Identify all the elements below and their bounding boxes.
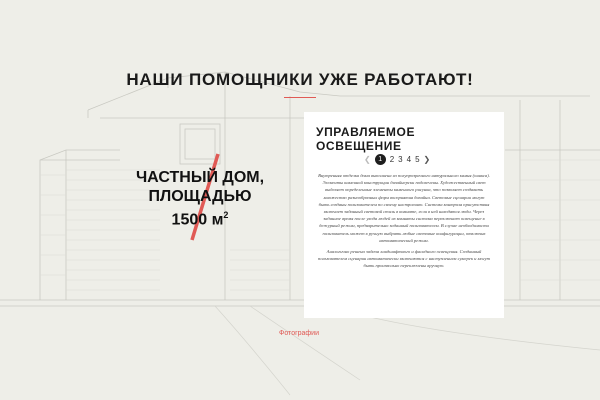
caption-area: 1500 м2 <box>120 206 280 229</box>
panel-title: УПРАВЛЯЕМОЕ ОСВЕЩЕНИЕ <box>316 125 416 153</box>
caption-area-unit-sup: 2 <box>223 210 229 220</box>
description-paragraph-1: Внутренняя отделка дома выполнена из пол… <box>318 173 490 243</box>
house-caption: ЧАСТНЫЙ ДОМ, ПЛОЩАДЬЮ 1500 м2 <box>120 168 280 229</box>
caption-area-value: 1500 м <box>171 211 224 229</box>
info-panel: УПРАВЛЯЕМОЕ ОСВЕЩЕНИЕ ❮ 1 2 3 4 5 ❯ Внут… <box>304 112 504 318</box>
page-2[interactable]: 2 <box>390 155 394 164</box>
page-5[interactable]: 5 <box>415 155 419 164</box>
chevron-left-icon[interactable]: ❮ <box>364 155 371 164</box>
title-underline <box>284 97 316 98</box>
page-3[interactable]: 3 <box>398 155 402 164</box>
caption-line-2: ПЛОЩАДЬЮ <box>148 188 252 205</box>
chevron-right-icon[interactable]: ❯ <box>424 155 431 164</box>
pager: ❮ 1 2 3 4 5 ❯ <box>364 152 430 166</box>
house-line-drawing <box>0 71 600 396</box>
photos-link[interactable]: Фотографии <box>279 330 319 337</box>
caption-line-1: ЧАСТНЫЙ ДОМ, <box>135 169 265 186</box>
page-4[interactable]: 4 <box>407 155 411 164</box>
page-title: НАШИ ПОМОЩНИКИ УЖЕ РАБОТАЮТ! <box>126 70 474 89</box>
page-1[interactable]: 1 <box>374 153 386 165</box>
panel-description: Внутренняя отделка дома выполнена из пол… <box>318 172 490 274</box>
description-paragraph-2: Аналогично решена задача ландшафтного и … <box>318 249 490 269</box>
